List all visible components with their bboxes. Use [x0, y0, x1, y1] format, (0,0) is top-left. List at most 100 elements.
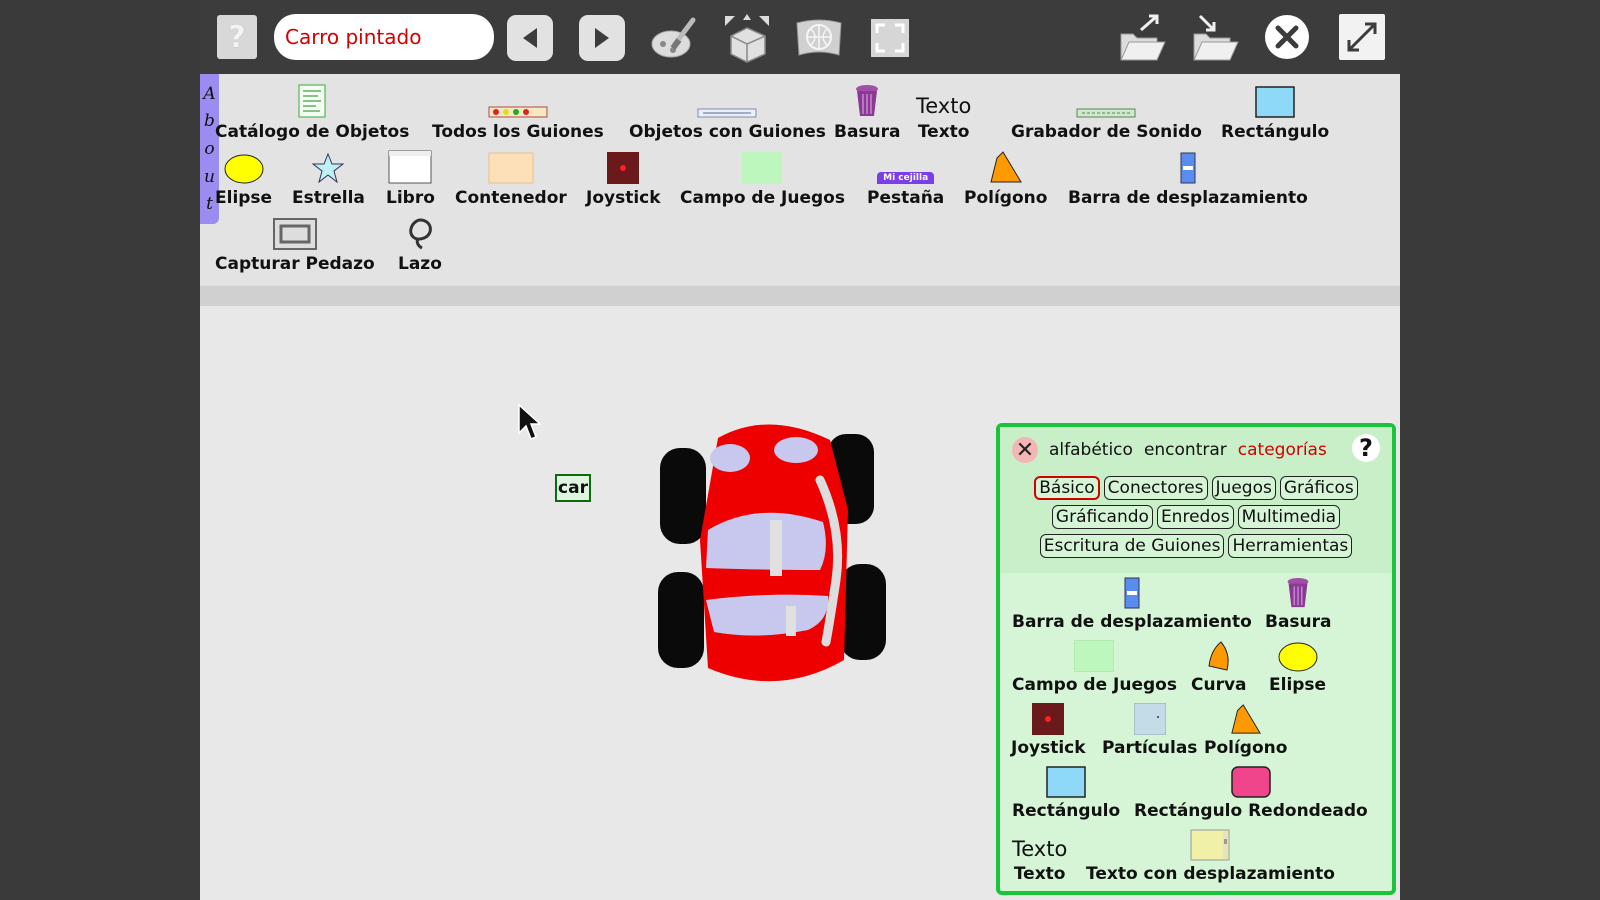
- catalog-item-rectangle[interactable]: Rectángulo: [1012, 762, 1120, 821]
- supply-grab-patch[interactable]: Capturar Pedazo: [215, 210, 375, 274]
- help-button[interactable]: ?: [217, 15, 257, 59]
- playfield-icon: [1074, 640, 1115, 672]
- supply-label: Joystick: [586, 188, 661, 208]
- text-icon: Texto: [916, 94, 972, 118]
- flap-divider: [200, 286, 1400, 306]
- catalog-item-joystick[interactable]: Joystick: [1011, 699, 1086, 758]
- previous-page-button[interactable]: [507, 15, 553, 61]
- about-letter: A: [203, 83, 216, 104]
- paint-button[interactable]: [646, 10, 702, 66]
- supplies-flap: A b o u t Catálogo de Objetos Todos los …: [200, 74, 1400, 286]
- mode-find[interactable]: encontrar: [1144, 440, 1227, 460]
- supply-playfield[interactable]: Campo de Juegos: [680, 144, 845, 208]
- star-icon: [311, 152, 345, 184]
- supply-object-catalog[interactable]: Catálogo de Objetos: [215, 78, 409, 142]
- supply-lasso[interactable]: Lazo: [398, 210, 442, 274]
- supply-scrollbar[interactable]: Barra de desplazamiento: [1068, 144, 1308, 208]
- catalog-item-trash[interactable]: Basura: [1265, 573, 1332, 632]
- catalog-item-label: Texto con desplazamiento: [1086, 864, 1335, 884]
- supplies-button[interactable]: [719, 10, 775, 66]
- text-icon: Texto: [1012, 837, 1068, 861]
- tab-connectors[interactable]: Conectores: [1103, 476, 1208, 500]
- save-project-button[interactable]: [1187, 10, 1243, 66]
- catalog-item-scrolling-text[interactable]: Texto con desplazamiento: [1086, 825, 1335, 884]
- project-title-field[interactable]: Carro pintado: [274, 14, 494, 60]
- supply-label: Texto: [917, 122, 970, 142]
- supply-text[interactable]: Texto Texto: [916, 78, 971, 142]
- catalog-item-scrollbar[interactable]: Barra de desplazamiento: [1012, 573, 1252, 632]
- supply-scripted-objects[interactable]: Objetos con Guiones: [629, 78, 826, 142]
- joystick-icon: [1032, 703, 1065, 735]
- supply-ellipse[interactable]: Elipse: [215, 144, 272, 208]
- about-letter: b: [204, 111, 215, 132]
- catalog-item-playfield[interactable]: Campo de Juegos: [1012, 636, 1177, 695]
- objects-catalog[interactable]: ✕ alfabético encontrar categorías ? Bási…: [996, 423, 1396, 895]
- supply-book[interactable]: Libro: [386, 144, 435, 208]
- catalog-item-label: Rectángulo: [1012, 801, 1121, 821]
- trash-icon: [856, 85, 879, 116]
- car-stripe: [770, 520, 782, 576]
- help-icon: ?: [1359, 434, 1373, 462]
- load-project-button[interactable]: [1114, 10, 1170, 66]
- catalog-item-ellipse[interactable]: Elipse: [1269, 636, 1326, 695]
- car-sketch[interactable]: [658, 420, 888, 688]
- car-headlight: [710, 444, 750, 472]
- lasso-icon: [409, 218, 432, 250]
- mode-alphabetic[interactable]: alfabético: [1049, 440, 1133, 460]
- catalog-item-polygon[interactable]: Polígono: [1204, 699, 1287, 758]
- scripted-objects-icon: [697, 108, 757, 118]
- catalog-item-rounded-rectangle[interactable]: Rectángulo Redondeado: [1134, 762, 1368, 821]
- catalog-item-particles[interactable]: Partículas: [1102, 699, 1197, 758]
- supply-star[interactable]: Estrella: [292, 144, 365, 208]
- catalog-item-label: Curva: [1191, 675, 1247, 695]
- tab-tools[interactable]: Herramientas: [1228, 534, 1353, 558]
- close-icon: ✕: [1015, 437, 1035, 463]
- particles-icon: [1133, 703, 1166, 735]
- catalog-header: ✕ alfabético encontrar categorías ?: [1000, 427, 1392, 473]
- catalog-item-label: Elipse: [1269, 675, 1327, 695]
- car-headlight: [774, 437, 818, 463]
- sound-recorder-icon: [1076, 108, 1136, 118]
- scrollbar-icon: [1124, 577, 1140, 609]
- supply-label: Polígono: [964, 188, 1048, 208]
- supply-tab[interactable]: Mi cejilla Pestaña: [867, 144, 944, 208]
- catalog-item-curve[interactable]: Curva: [1191, 636, 1247, 695]
- quit-button[interactable]: [1264, 14, 1310, 60]
- book-icon: [388, 150, 432, 184]
- catalog-close-button[interactable]: ✕: [1012, 437, 1038, 463]
- catalog-help-button[interactable]: ?: [1352, 434, 1380, 462]
- supply-label: Basura: [834, 122, 901, 142]
- next-page-button[interactable]: [579, 15, 625, 61]
- catalog-item-label: Texto: [1013, 864, 1066, 884]
- tab-graphing[interactable]: Gráficando: [1051, 505, 1153, 529]
- mode-categories[interactable]: categorías: [1238, 440, 1327, 460]
- supply-sound-recorder[interactable]: Grabador de Sonido: [1011, 78, 1202, 142]
- tab-graphics[interactable]: Gráficos: [1279, 476, 1358, 500]
- etoys-world[interactable]: ? Carro pintado A b o u t Catálogo de Ob…: [200, 0, 1400, 900]
- about-letter: t: [206, 194, 213, 215]
- fullscreen-button[interactable]: [862, 10, 918, 66]
- supply-all-scripts[interactable]: Todos los Guiones: [432, 78, 604, 142]
- back-arrow-icon: [523, 28, 537, 48]
- world-icon: [796, 19, 842, 56]
- supply-joystick[interactable]: Joystick: [586, 144, 661, 208]
- supply-label: Lazo: [398, 254, 442, 274]
- tab-basic[interactable]: Básico: [1034, 476, 1100, 500]
- world-button[interactable]: [791, 10, 847, 66]
- catalog-item-text[interactable]: Texto Texto: [1012, 825, 1067, 884]
- supply-polygon[interactable]: Polígono: [964, 144, 1047, 208]
- tab-games[interactable]: Juegos: [1211, 476, 1276, 500]
- catalog-item-label: Barra de desplazamiento: [1012, 612, 1252, 632]
- tab-scripting[interactable]: Escritura de Guiones: [1039, 534, 1225, 558]
- supply-label: Objetos con Guiones: [629, 122, 826, 142]
- car-name-label[interactable]: car: [555, 474, 591, 502]
- tab-multimedia[interactable]: Multimedia: [1237, 505, 1341, 529]
- supply-rectangle[interactable]: Rectángulo: [1221, 78, 1329, 142]
- supply-label: Estrella: [292, 188, 365, 208]
- supply-label: Pestaña: [867, 188, 945, 208]
- supply-trash[interactable]: Basura: [834, 78, 901, 142]
- expand-button[interactable]: [1339, 14, 1385, 60]
- tab-icon: Mi cejilla: [877, 172, 935, 184]
- supply-holder[interactable]: Contenedor: [455, 144, 567, 208]
- tab-tangles[interactable]: Enredos: [1156, 505, 1234, 529]
